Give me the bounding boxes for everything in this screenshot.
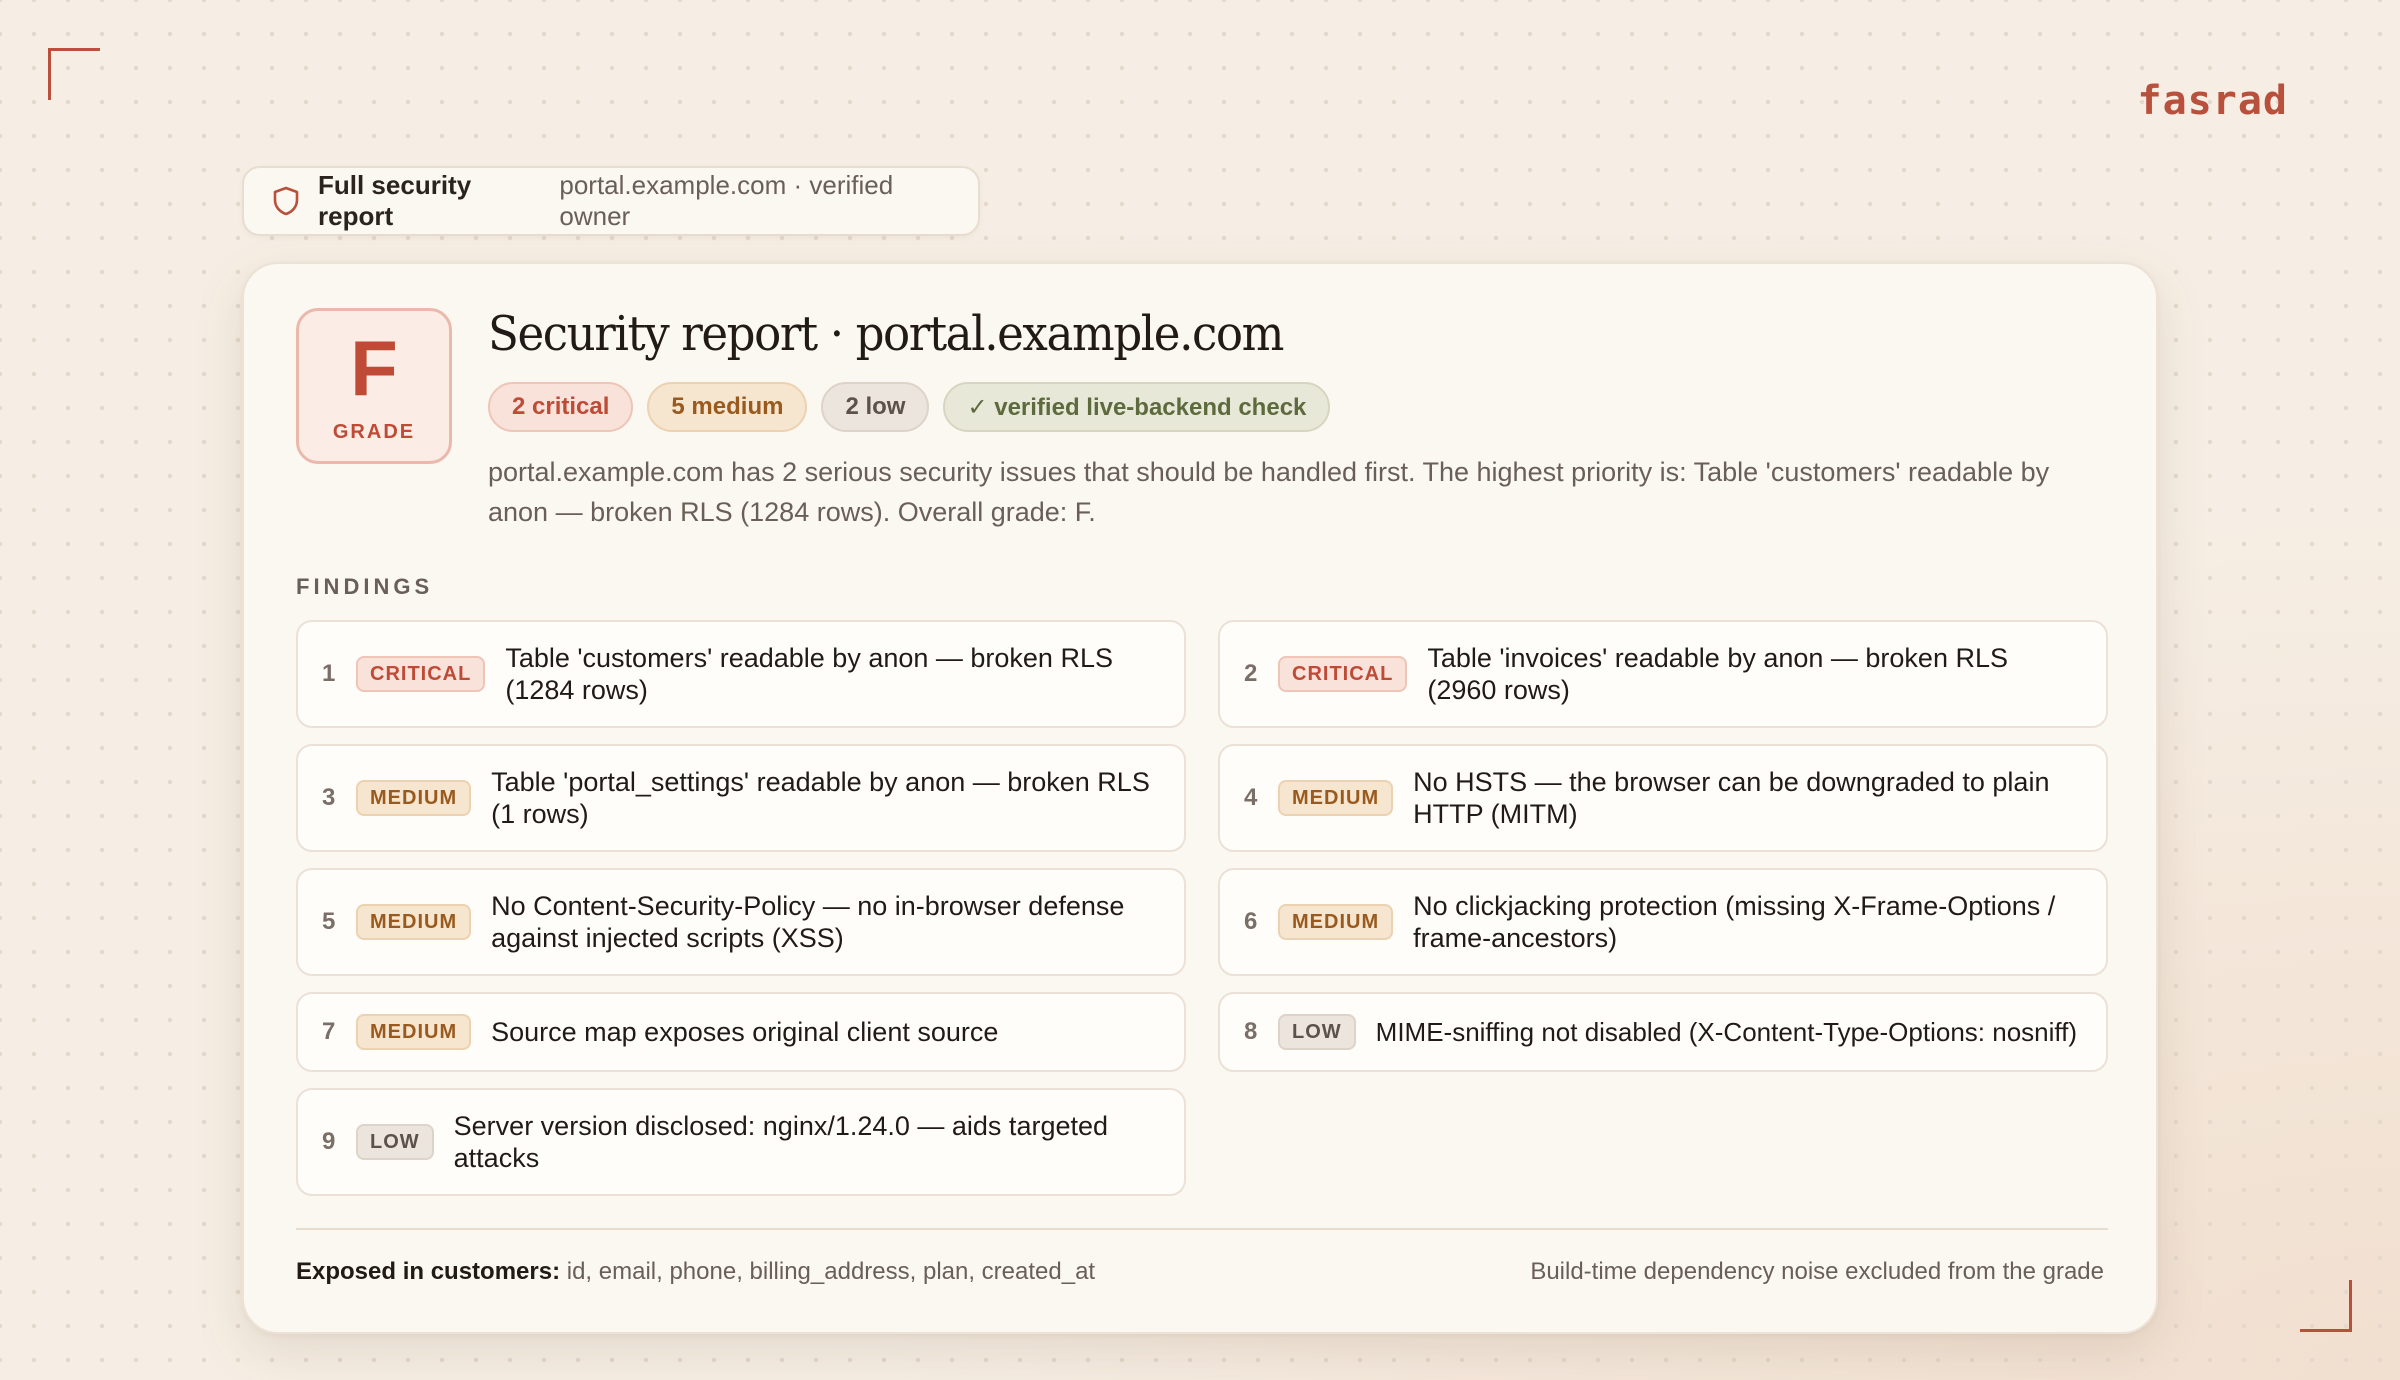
grade-letter: F: [350, 323, 398, 412]
finding-text: MIME-sniffing not disabled (X-Content-Ty…: [1375, 1017, 2078, 1047]
finding-severity-badge: MEDIUM: [1278, 904, 1394, 940]
report-header-subtitle: portal.example.com · verified owner: [559, 170, 894, 231]
finding-item[interactable]: 8 LOW MIME-sniffing not disabled (X-Cont…: [1218, 992, 2108, 1072]
report-summary: portal.example.com has 2 serious securit…: [488, 457, 2050, 527]
security-report-card: F GRADE Security report · portal.example…: [242, 262, 2158, 1334]
finding-item[interactable]: 4 MEDIUM No HSTS — the browser can be do…: [1218, 744, 2108, 852]
verified-check-badge: ✓ verified live-backend check: [943, 382, 1331, 432]
medium-count-badge: 5 medium: [647, 382, 808, 432]
finding-number: 3: [322, 784, 336, 811]
finding-number: 4: [1244, 784, 1258, 811]
grade-note: Build-time dependency noise excluded fro…: [1530, 1258, 2104, 1285]
findings-heading: FINDINGS: [296, 574, 434, 599]
critical-count-badge: 2 critical: [488, 382, 634, 432]
severity-badges: 2 critical 5 medium 2 low ✓ verified liv…: [488, 382, 1331, 432]
exposed-columns-label: Exposed in customers:: [296, 1258, 561, 1285]
finding-number: 7: [322, 1018, 336, 1045]
report-header-title: Full security report: [318, 170, 472, 231]
finding-item[interactable]: 5 MEDIUM No Content-Security-Policy — no…: [296, 868, 1186, 976]
finding-number: 2: [1244, 660, 1258, 687]
finding-severity-badge: LOW: [356, 1124, 434, 1160]
report-title: Security report · portal.example.com: [488, 306, 1284, 362]
finding-item[interactable]: 9 LOW Server version disclosed: nginx/1.…: [296, 1088, 1186, 1196]
shield-icon: [272, 186, 300, 216]
footer-divider: [296, 1228, 2108, 1230]
exposed-columns-list: id, email, phone, billing_address, plan,…: [566, 1258, 1096, 1285]
report-header-pill: Full security report portal.example.com …: [242, 166, 980, 236]
corner-mark-top-left: [48, 48, 100, 100]
finding-text: Table 'customers' readable by anon — bro…: [505, 643, 1113, 705]
finding-item[interactable]: 6 MEDIUM No clickjacking protection (mis…: [1218, 868, 2108, 976]
finding-number: 6: [1244, 908, 1258, 935]
finding-severity-badge: CRITICAL: [356, 656, 486, 692]
finding-number: 8: [1244, 1018, 1258, 1045]
low-count-badge: 2 low: [821, 382, 930, 432]
exposed-columns: Exposed in customers: id, email, phone, …: [296, 1258, 1095, 1286]
finding-item[interactable]: 7 MEDIUM Source map exposes original cli…: [296, 992, 1186, 1072]
finding-severity-badge: MEDIUM: [356, 1014, 472, 1050]
finding-text: Source map exposes original client sourc…: [491, 1017, 999, 1047]
finding-severity-badge: MEDIUM: [356, 904, 472, 940]
finding-text: Table 'invoices' readable by anon — brok…: [1427, 643, 2008, 705]
grade-box: F GRADE: [296, 308, 452, 464]
finding-number: 1: [322, 660, 336, 687]
finding-severity-badge: MEDIUM: [1278, 780, 1394, 816]
finding-severity-badge: CRITICAL: [1278, 656, 1408, 692]
finding-item[interactable]: 3 MEDIUM Table 'portal_settings' readabl…: [296, 744, 1186, 852]
finding-number: 9: [322, 1128, 336, 1155]
finding-number: 5: [322, 908, 336, 935]
grade-label: GRADE: [332, 420, 416, 443]
finding-item[interactable]: 1 CRITICAL Table 'customers' readable by…: [296, 620, 1186, 728]
finding-severity-badge: MEDIUM: [356, 780, 472, 816]
finding-text: Table 'portal_settings' readable by anon…: [491, 767, 1150, 829]
finding-item[interactable]: 2 CRITICAL Table 'invoices' readable by …: [1218, 620, 2108, 728]
finding-text: Server version disclosed: nginx/1.24.0 —…: [453, 1111, 1109, 1173]
brand-logo: fasrad: [2137, 78, 2288, 124]
corner-mark-bottom-right: [2300, 1280, 2352, 1332]
finding-severity-badge: LOW: [1278, 1014, 1356, 1050]
finding-text: No clickjacking protection (missing X-Fr…: [1413, 891, 2056, 953]
finding-text: No Content-Security-Policy — no in-brows…: [491, 891, 1125, 953]
finding-text: No HSTS — the browser can be downgraded …: [1413, 767, 2050, 829]
